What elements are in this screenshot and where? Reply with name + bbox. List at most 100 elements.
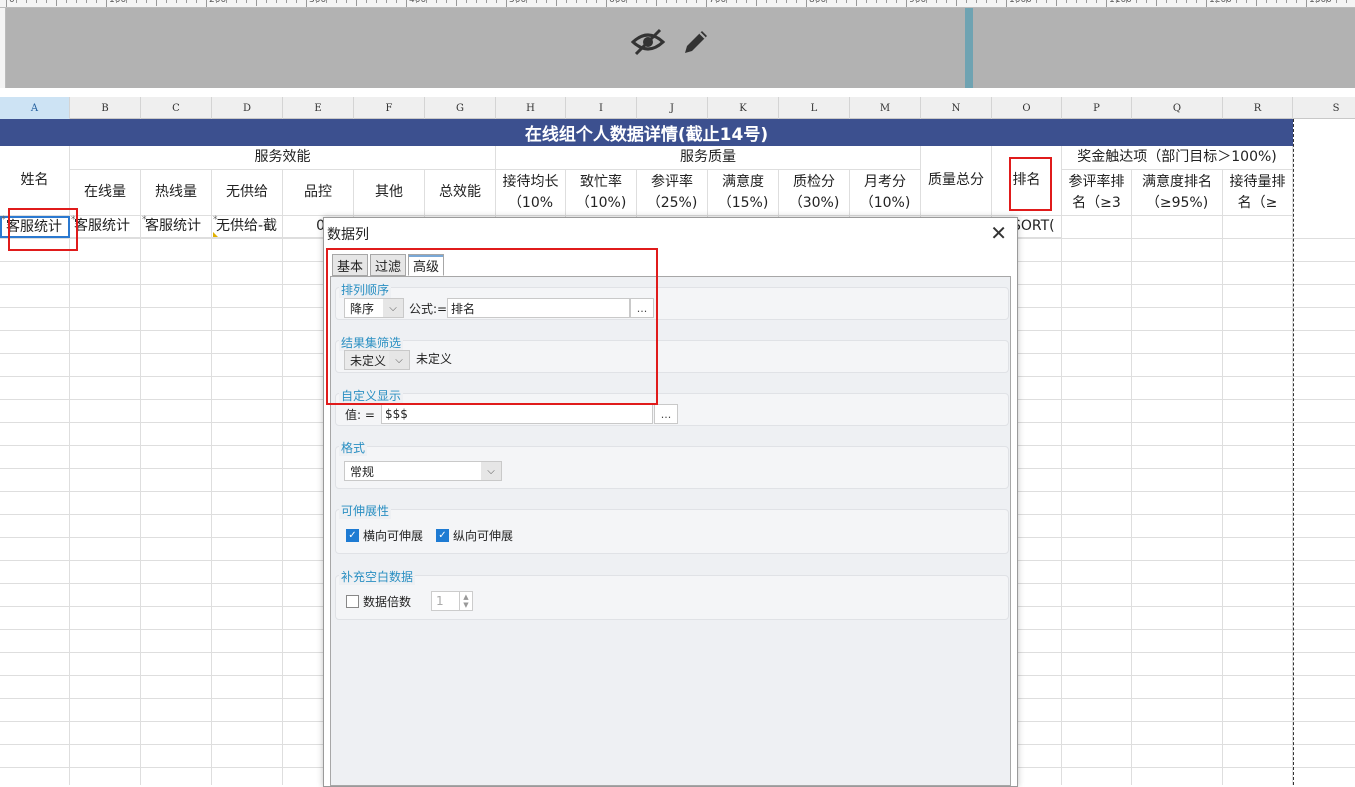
value-label: 值: = [345, 408, 375, 422]
ruler-minor-tick [426, 0, 427, 3]
ruler-minor-tick [816, 0, 817, 3]
column-header-b[interactable]: B [70, 97, 141, 119]
column-header-f[interactable]: F [354, 97, 425, 119]
ruler-minor-tick [1286, 0, 1287, 3]
display-value-input[interactable]: $$$ [381, 404, 653, 424]
ruler-minor-tick [336, 0, 337, 3]
ruler-minor-tick [526, 0, 527, 3]
ruler-minor-tick [866, 0, 867, 3]
column-header-k[interactable]: K [708, 97, 779, 119]
ruler-tick [306, 0, 307, 7]
cell-b4[interactable]: 客服统计 [70, 216, 141, 238]
cell-c4[interactable]: 客服统计 [141, 216, 212, 238]
preview-banner [6, 8, 1355, 88]
header-satisfaction-rank: 满意度排名（≥95%) [1132, 170, 1223, 216]
column-header-o[interactable]: O [992, 97, 1062, 119]
ruler-minor-tick [26, 0, 27, 3]
ruler-minor-tick [516, 0, 517, 3]
column-header-q[interactable]: Q [1132, 97, 1223, 119]
ruler-minor-tick [96, 0, 97, 3]
ruler-minor-tick [1196, 0, 1197, 3]
ruler-tick [1306, 0, 1307, 7]
stepper-arrows-icon: ▲ ▼ [459, 592, 472, 610]
ruler-minor-tick [356, 0, 357, 6]
chevron-down-icon: ⌵ [481, 462, 501, 480]
header-qc-score: 质检分（30%) [779, 170, 850, 216]
vertical-expand-checkbox[interactable]: ✓ [436, 529, 449, 542]
column-header-m[interactable]: M [850, 97, 921, 119]
ruler-minor-tick [436, 0, 437, 3]
ruler-label: 300 [309, 0, 327, 5]
header-busy-rate: 致忙率（10%) [566, 170, 637, 216]
ruler-minor-tick [616, 0, 617, 3]
ruler-minor-tick [566, 0, 567, 3]
sheet-title: 在线组个人数据详情(截止14号) [0, 119, 1293, 146]
column-header-l[interactable]: L [779, 97, 850, 119]
ruler-minor-tick [46, 0, 47, 3]
ruler-minor-tick [1156, 0, 1157, 6]
ruler-minor-tick [236, 0, 237, 3]
ruler-minor-tick [156, 0, 157, 6]
column-header-d[interactable]: D [212, 97, 283, 119]
close-icon[interactable]: ✕ [990, 221, 1007, 245]
ruler-minor-tick [896, 0, 897, 3]
column-header-j[interactable]: J [637, 97, 708, 119]
ruler-label: 500 [509, 0, 527, 5]
column-header-i[interactable]: I [566, 97, 637, 119]
ruler-minor-tick [1316, 0, 1317, 3]
column-header-n[interactable]: N [921, 97, 992, 119]
column-header-s[interactable]: S [1293, 97, 1355, 119]
format-select[interactable]: 常规 ⌵ [344, 461, 502, 481]
ruler-minor-tick [946, 0, 947, 3]
ruler-label: 1200 [1209, 0, 1232, 5]
ruler-label: 100 [109, 0, 127, 5]
ruler-minor-tick [396, 0, 397, 3]
ruler-minor-tick [286, 0, 287, 3]
header-total-efficiency: 总效能 [425, 170, 496, 216]
ruler-minor-tick [346, 0, 347, 3]
column-header-p[interactable]: P [1062, 97, 1132, 119]
column-header-r[interactable]: R [1223, 97, 1293, 119]
header-name: 姓名 [0, 146, 70, 216]
ruler-minor-tick [266, 0, 267, 3]
splitter-bar[interactable] [965, 8, 973, 88]
ruler-minor-tick [876, 0, 877, 3]
ruler-minor-tick [686, 0, 687, 3]
ruler-label: 400 [409, 0, 427, 5]
column-header-a[interactable]: A [0, 97, 70, 119]
ruler-minor-tick [166, 0, 167, 3]
ruler-minor-tick [186, 0, 187, 3]
pencil-icon[interactable] [680, 26, 712, 58]
cell-d4[interactable]: 无供给-截 [212, 216, 283, 238]
display-more-button[interactable]: ... [654, 404, 678, 424]
ruler-minor-tick [1086, 0, 1087, 3]
grid-line [1131, 119, 1132, 785]
ruler-minor-tick [716, 0, 717, 3]
ruler-label: 700 [709, 0, 727, 5]
ruler-minor-tick [116, 0, 117, 3]
column-header-g[interactable]: G [425, 97, 496, 119]
ruler-minor-tick [646, 0, 647, 3]
column-header-e[interactable]: E [283, 97, 354, 119]
horizontal-expand-checkbox[interactable]: ✓ [346, 529, 359, 542]
header-satisfaction: 满意度（15%) [708, 170, 779, 216]
ruler-label: 900 [909, 0, 927, 5]
ruler-minor-tick [496, 0, 497, 3]
column-header-c[interactable]: C [141, 97, 212, 119]
eye-slash-icon[interactable] [630, 26, 666, 58]
ruler-minor-tick [216, 0, 217, 3]
ruler-minor-tick [1026, 0, 1027, 3]
ruler-label: 800 [809, 0, 827, 5]
data-multiple-stepper[interactable]: 1 ▲ ▼ [431, 591, 473, 611]
ruler-minor-tick [536, 0, 537, 3]
ruler-minor-tick [666, 0, 667, 3]
ruler-minor-tick [746, 0, 747, 3]
ruler-minor-tick [246, 0, 247, 3]
ruler-minor-tick [596, 0, 597, 3]
ruler-minor-tick [636, 0, 637, 3]
ruler-tick [1106, 0, 1107, 7]
highlight-advanced-settings [326, 248, 658, 405]
data-multiple-checkbox[interactable] [346, 595, 359, 608]
ruler-minor-tick [376, 0, 377, 3]
column-header-h[interactable]: H [496, 97, 566, 119]
